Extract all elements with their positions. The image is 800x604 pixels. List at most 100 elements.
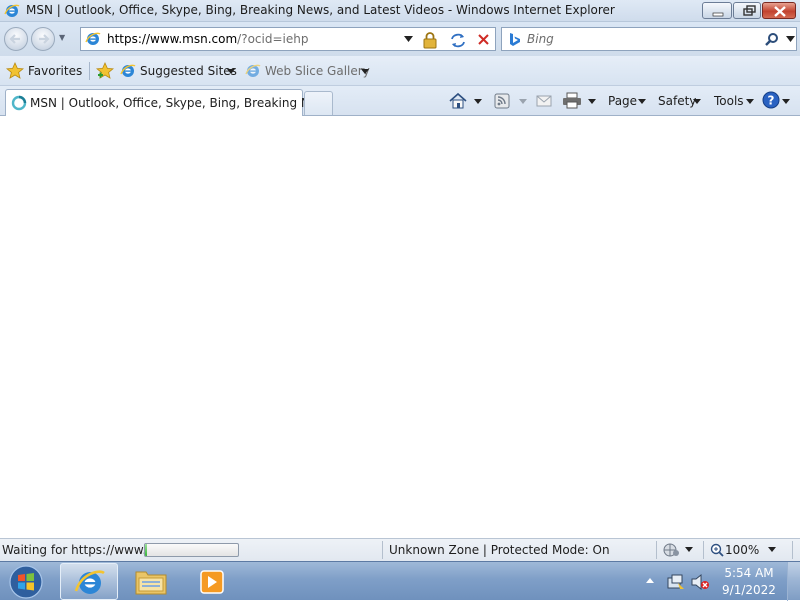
- stop-icon: [478, 34, 489, 45]
- globe-gear-icon: [663, 543, 679, 557]
- search-placeholder: Bing: [527, 32, 554, 46]
- divider: [703, 541, 704, 559]
- bing-icon: [510, 33, 520, 46]
- loading-progress-bar: [144, 543, 239, 557]
- svg-text:?: ?: [768, 94, 775, 108]
- feeds-button[interactable]: [493, 91, 511, 111]
- clock-time[interactable]: 5:54 AM: [716, 566, 782, 580]
- window-title: MSN | Outlook, Office, Skype, Bing, Brea…: [26, 3, 615, 17]
- safety-menu[interactable]: Safety: [658, 91, 704, 111]
- search-box[interactable]: Bing: [501, 27, 797, 51]
- favorites-bar: Favorites Suggested Sites Web Slice Gall…: [0, 56, 800, 86]
- taskbar-media-player[interactable]: [182, 563, 240, 600]
- add-to-favorites-bar-button[interactable]: [96, 61, 116, 81]
- home-icon: [449, 92, 467, 109]
- minimize-icon: [712, 12, 724, 17]
- favorites-star-icon: [6, 62, 24, 79]
- media-player-icon: [200, 570, 224, 594]
- ie-icon: [120, 64, 136, 77]
- chevron-down-icon[interactable]: [519, 99, 527, 119]
- security-zone-text[interactable]: Unknown Zone | Protected Mode: On: [389, 543, 610, 557]
- start-button[interactable]: [7, 564, 45, 600]
- chevron-down-icon: [693, 99, 701, 104]
- taskbar-internet-explorer[interactable]: [60, 563, 118, 600]
- tab-row: MSN | Outlook, Office, Skype, Bing, Brea…: [0, 86, 800, 116]
- maximize-button[interactable]: [733, 2, 761, 19]
- feeds-icon: [494, 93, 510, 109]
- network-icon[interactable]: [666, 573, 686, 591]
- chevron-down-icon[interactable]: [474, 99, 482, 119]
- chevron-down-icon[interactable]: [786, 36, 795, 42]
- suggested-sites-button[interactable]: Suggested Sites: [120, 61, 240, 81]
- chevron-down-icon: [227, 69, 235, 74]
- help-button[interactable]: ?: [762, 91, 792, 111]
- recent-pages-dropdown[interactable]: ▼: [59, 33, 65, 42]
- chevron-down-icon[interactable]: [768, 547, 776, 552]
- tab-label: MSN | Outlook, Office, Skype, Bing, Brea…: [30, 96, 329, 110]
- back-button[interactable]: [4, 27, 28, 51]
- volume-muted-icon[interactable]: [690, 573, 710, 591]
- chevron-down-icon: [361, 69, 369, 74]
- help-icon: ?: [762, 91, 780, 109]
- chevron-down-icon[interactable]: [685, 547, 693, 552]
- chevron-down-icon[interactable]: [588, 99, 596, 119]
- mail-icon: [536, 95, 552, 107]
- refresh-button[interactable]: [447, 31, 469, 49]
- refresh-icon: [451, 33, 465, 48]
- divider: [656, 541, 657, 559]
- zoom-icon[interactable]: [710, 543, 724, 557]
- web-slice-gallery-label: Web Slice Gallery: [265, 64, 370, 78]
- ie-icon: [245, 64, 261, 77]
- tools-menu[interactable]: Tools: [714, 91, 756, 111]
- minimize-button[interactable]: [702, 2, 732, 19]
- navigation-bar: ▼ https://www.msn.com/?ocid=iehp Bing: [0, 22, 800, 56]
- page-menu[interactable]: Page: [608, 91, 648, 111]
- ie-icon: [85, 31, 101, 47]
- new-tab-button[interactable]: [304, 91, 333, 115]
- web-slice-gallery-button[interactable]: Web Slice Gallery: [245, 61, 373, 81]
- folder-icon: [135, 571, 167, 595]
- chevron-down-icon: [782, 99, 790, 104]
- divider: [382, 541, 383, 559]
- chevron-down-icon[interactable]: [404, 36, 413, 42]
- forward-button[interactable]: [31, 27, 55, 51]
- show-hidden-icons-icon[interactable]: [645, 576, 655, 584]
- print-icon: [563, 92, 581, 109]
- read-mail-button[interactable]: [535, 91, 553, 111]
- url-host: https://www.msn.com: [107, 32, 238, 46]
- address-bar[interactable]: https://www.msn.com/?ocid=iehp: [80, 27, 496, 51]
- home-button[interactable]: [448, 91, 468, 111]
- search-icon[interactable]: [764, 32, 780, 48]
- maximize-icon: [743, 5, 756, 16]
- lock-icon[interactable]: [421, 31, 439, 52]
- suggested-sites-label: Suggested Sites: [140, 64, 237, 78]
- loading-spinner-icon: [11, 95, 27, 111]
- url-path: /?ocid=iehp: [237, 32, 309, 46]
- window-title-bar[interactable]: MSN | Outlook, Office, Skype, Bing, Brea…: [0, 0, 800, 22]
- chevron-down-icon: [638, 99, 646, 104]
- safety-menu-label: Safety: [658, 94, 697, 108]
- status-bar: Waiting for https://www.n Unknown Zone |…: [0, 538, 800, 561]
- tab-msn[interactable]: MSN | Outlook, Office, Skype, Bing, Brea…: [5, 89, 329, 116]
- taskbar-windows-explorer[interactable]: [122, 563, 180, 600]
- forward-arrow-icon: [39, 34, 50, 44]
- close-icon: [774, 6, 786, 17]
- page-content-area[interactable]: [0, 117, 800, 538]
- progress-fill: [145, 544, 147, 556]
- back-arrow-icon: [9, 34, 20, 44]
- show-desktop-button[interactable]: [787, 562, 800, 601]
- status-text: Waiting for https://www.n: [2, 543, 144, 557]
- ie-icon: [74, 570, 105, 594]
- favorites-button[interactable]: Favorites: [6, 61, 84, 81]
- stop-button[interactable]: [473, 31, 495, 49]
- chevron-down-icon: [746, 99, 754, 104]
- zoom-level[interactable]: 100%: [725, 543, 759, 557]
- page-menu-label: Page: [608, 94, 638, 108]
- close-button[interactable]: [762, 2, 796, 19]
- clock-date[interactable]: 9/1/2022: [716, 583, 782, 597]
- windows-logo-icon: [9, 565, 43, 599]
- protected-mode-button[interactable]: [662, 542, 682, 561]
- url-text[interactable]: https://www.msn.com/?ocid=iehp: [107, 32, 308, 46]
- favorites-label: Favorites: [28, 64, 83, 78]
- print-button[interactable]: [562, 91, 582, 111]
